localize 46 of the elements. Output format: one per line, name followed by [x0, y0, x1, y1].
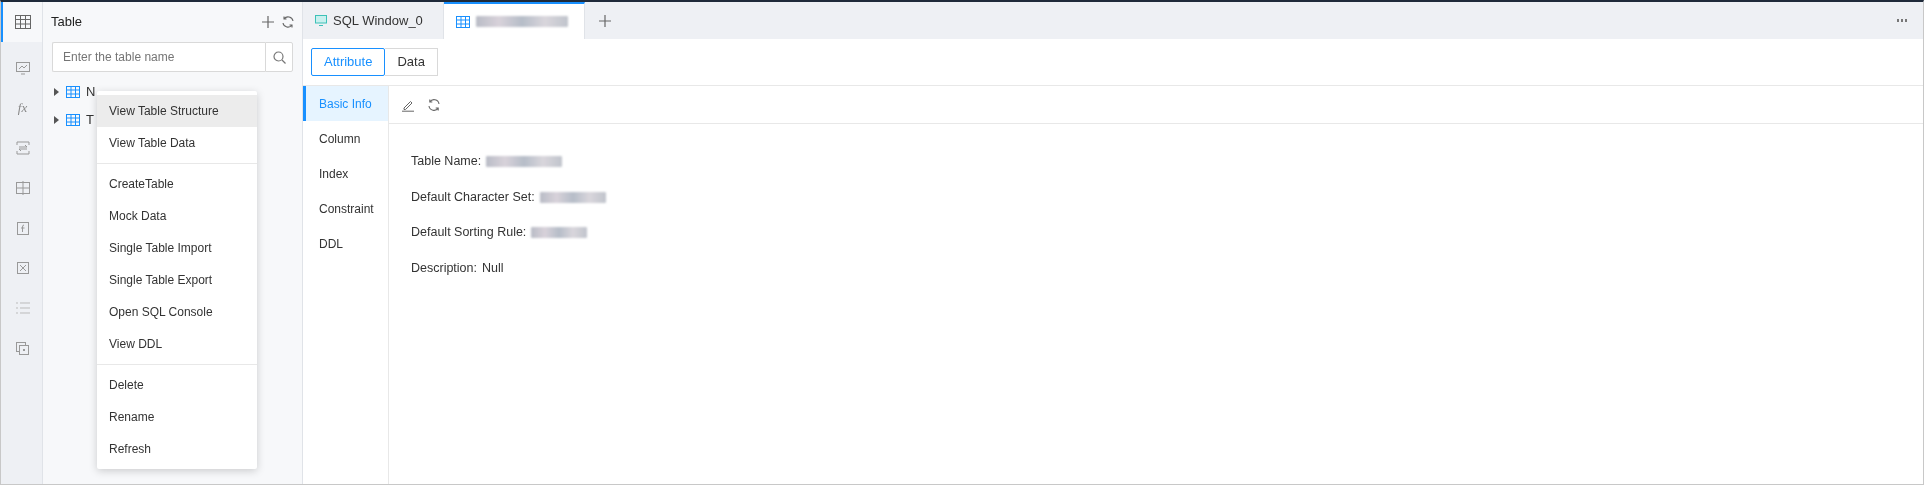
tree-item[interactable]: N [86, 82, 96, 102]
refresh-icon[interactable] [427, 97, 441, 112]
copy-icon [16, 341, 29, 355]
menu-item[interactable]: Rename [97, 401, 257, 433]
blurred-text [539, 191, 606, 203]
table-icon [14, 15, 31, 29]
menu-item[interactable]: Single Table Import [97, 232, 257, 264]
grid-plus-icon [15, 181, 30, 195]
transfer-icon [15, 141, 30, 155]
x-box-icon [16, 262, 29, 274]
caret-icon[interactable] [52, 88, 60, 96]
list-icon [15, 302, 30, 314]
blurred-text [531, 227, 588, 239]
menu-item[interactable]: Mock Data [97, 200, 257, 232]
sidebar-button[interactable] [1, 2, 42, 42]
menu-item[interactable]: Open SQL Console [97, 296, 257, 328]
view-toggle[interactable]: Data [385, 48, 438, 76]
table-icon [66, 114, 80, 126]
tree-item[interactable]: T [86, 110, 94, 130]
tab[interactable] [444, 2, 585, 39]
property-label: Default Sorting Rule: [411, 224, 527, 242]
caret-icon[interactable] [52, 116, 60, 124]
menu-item[interactable]: Refresh [97, 433, 257, 465]
table-icon [456, 15, 470, 28]
menu-item[interactable]: Delete [97, 369, 257, 401]
panel-title: Table [51, 13, 84, 32]
menu-item[interactable]: View Table Structure [97, 95, 257, 127]
refresh-icon[interactable] [282, 16, 294, 28]
monitor-icon [315, 15, 327, 26]
menu-item[interactable]: View DDL [97, 328, 257, 360]
function-box-icon [16, 221, 29, 235]
add-icon [599, 15, 611, 28]
add-icon[interactable] [262, 16, 274, 28]
table-icon [66, 86, 80, 98]
search-button[interactable] [265, 42, 293, 72]
property-label: Table Name: [411, 153, 482, 171]
property-label: Default Character Set: [411, 188, 535, 206]
search-field[interactable]: Enter the table name [52, 42, 265, 72]
property-label: Description: [411, 259, 477, 277]
menu-item[interactable]: Single Table Export [97, 264, 257, 296]
monitor-icon [15, 61, 30, 75]
menu-item[interactable]: View Table Data [97, 127, 257, 159]
search-icon [272, 50, 286, 64]
menu-item[interactable]: CreateTable [97, 168, 257, 200]
property-value: Null [482, 259, 504, 277]
more-icon [1897, 19, 1907, 22]
